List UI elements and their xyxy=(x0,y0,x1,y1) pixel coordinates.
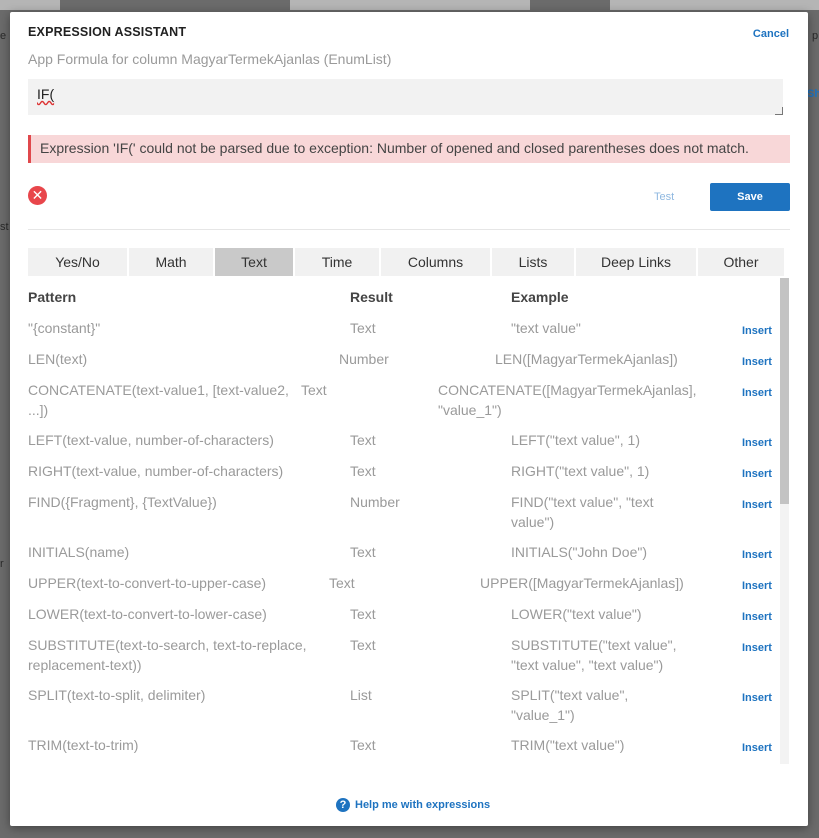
bg-text-fragment: st xyxy=(0,221,9,233)
category-tabs: Yes/No Math Text Time Columns Lists Deep… xyxy=(28,248,784,276)
row-pattern: FIND({Fragment}, {TextValue}) xyxy=(28,494,217,510)
bg-text-fragment: e xyxy=(0,30,7,42)
save-button[interactable]: Save xyxy=(710,183,790,211)
row-example: RIGHT("text value", 1) xyxy=(511,463,650,479)
row-example: LEN([MagyarTermekAjanlas]) xyxy=(495,351,678,367)
row-pattern: LEFT(text-value, number-of-characters) xyxy=(28,432,274,448)
tab-deep-links[interactable]: Deep Links xyxy=(576,248,696,276)
row-pattern: UPPER(text-to-convert-to-upper-case) xyxy=(28,575,267,591)
row-result: Text xyxy=(301,382,327,398)
row-result: Text xyxy=(329,575,355,591)
tab-lists[interactable]: Lists xyxy=(492,248,574,276)
row-result: Text xyxy=(350,463,376,479)
test-button[interactable]: Test xyxy=(654,191,674,203)
error-icon: ✕ xyxy=(28,186,47,205)
row-pattern: SUBSTITUTE(text-to-search, text-to-repla… xyxy=(28,637,307,673)
row-result: Text xyxy=(350,432,376,448)
row-result: List xyxy=(350,687,372,703)
tab-math[interactable]: Math xyxy=(129,248,213,276)
row-pattern: CONCATENATE(text-value1, [text-value2, .… xyxy=(28,382,289,418)
tab-yes-no[interactable]: Yes/No xyxy=(28,248,127,276)
table-scrollbar[interactable] xyxy=(780,278,789,764)
row-pattern: "{constant}" xyxy=(28,320,101,336)
help-link-label[interactable]: Help me with expressions xyxy=(355,799,490,811)
insert-button[interactable]: Insert xyxy=(742,352,772,372)
tab-other[interactable]: Other xyxy=(698,248,784,276)
help-icon: ? xyxy=(336,798,350,812)
row-example: CONCATENATE([MagyarTermekAjanlas], "valu… xyxy=(438,382,697,418)
row-example: SPLIT("text value", "value_1") xyxy=(511,687,629,723)
divider xyxy=(28,229,790,230)
header-result: Result xyxy=(350,289,393,305)
row-result: Text xyxy=(350,606,376,622)
row-result: Number xyxy=(339,351,389,367)
error-banner: Expression 'IF(' could not be parsed due… xyxy=(28,135,790,163)
row-example: "text value" xyxy=(511,320,581,336)
insert-button[interactable]: Insert xyxy=(742,545,772,565)
row-pattern: SPLIT(text-to-split, delimiter) xyxy=(28,687,206,703)
row-example: LEFT("text value", 1) xyxy=(511,432,640,448)
insert-button[interactable]: Insert xyxy=(742,495,772,515)
row-pattern: LEN(text) xyxy=(28,351,88,367)
tab-columns[interactable]: Columns xyxy=(381,248,490,276)
insert-button[interactable]: Insert xyxy=(742,433,772,453)
row-example: UPPER([MagyarTermekAjanlas]) xyxy=(480,575,684,591)
tab-text[interactable]: Text xyxy=(215,248,293,276)
row-example: TRIM("text value") xyxy=(511,737,625,753)
row-result: Text xyxy=(350,737,376,753)
insert-button[interactable]: Insert xyxy=(742,464,772,484)
bg-text-fragment: r xyxy=(0,558,4,570)
insert-button[interactable]: Insert xyxy=(742,738,772,758)
scrollbar-thumb[interactable] xyxy=(780,278,789,504)
row-result: Number xyxy=(350,494,400,510)
functions-table: Pattern Result Example "{constant}" Text… xyxy=(28,278,779,764)
bg-header-strip xyxy=(0,0,60,10)
row-pattern: RIGHT(text-value, number-of-characters) xyxy=(28,463,284,479)
row-example: INITIALS("John Doe") xyxy=(511,544,647,560)
insert-button[interactable]: Insert xyxy=(742,576,772,596)
insert-button[interactable]: Insert xyxy=(742,688,772,708)
expression-input[interactable] xyxy=(28,79,783,115)
row-result: Text xyxy=(350,637,376,653)
header-pattern: Pattern xyxy=(28,289,77,305)
expression-assistant-dialog: EXPRESSION ASSISTANT Cancel App Formula … xyxy=(10,12,808,826)
table-header: Pattern Result Example xyxy=(28,289,779,309)
header-example: Example xyxy=(511,289,569,305)
row-pattern: LOWER(text-to-convert-to-lower-case) xyxy=(28,606,267,622)
row-result: Text xyxy=(350,320,376,336)
dialog-subtitle: App Formula for column MagyarTermekAjanl… xyxy=(28,51,392,67)
bg-text-fragment: Sh xyxy=(807,88,819,100)
tab-time[interactable]: Time xyxy=(295,248,379,276)
insert-button[interactable]: Insert xyxy=(742,638,772,658)
row-pattern: INITIALS(name) xyxy=(28,544,130,560)
bg-text-fragment: p xyxy=(812,30,819,42)
row-example: LOWER("text value") xyxy=(511,606,642,622)
row-pattern: TRIM(text-to-trim) xyxy=(28,737,139,753)
insert-button[interactable]: Insert xyxy=(742,607,772,627)
bg-header-strip xyxy=(290,0,530,10)
resize-handle-icon[interactable] xyxy=(775,107,783,115)
help-link[interactable]: ? Help me with expressions xyxy=(336,798,490,812)
insert-button[interactable]: Insert xyxy=(742,383,772,403)
cancel-button[interactable]: Cancel xyxy=(753,28,789,40)
row-example: FIND("text value", "text value") xyxy=(511,494,654,530)
insert-button[interactable]: Insert xyxy=(742,321,772,341)
dialog-title: EXPRESSION ASSISTANT xyxy=(28,25,187,39)
bg-header-strip xyxy=(610,0,819,10)
row-result: Text xyxy=(350,544,376,560)
row-example: SUBSTITUTE("text value", "text value", "… xyxy=(511,637,677,673)
